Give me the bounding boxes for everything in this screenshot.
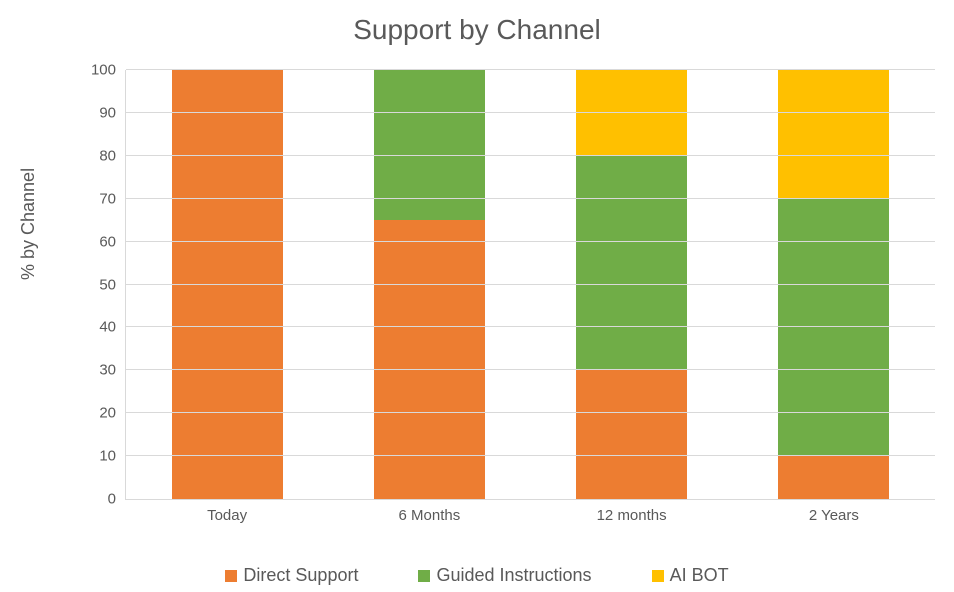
- legend: Direct Support Guided Instructions AI BO…: [0, 565, 954, 586]
- gridline: [126, 284, 935, 285]
- bar-group: Today: [172, 70, 283, 499]
- bar-segment: [778, 70, 889, 199]
- chart-title: Support by Channel: [0, 0, 954, 54]
- y-tick-label: 90: [99, 104, 116, 121]
- y-tick-label: 40: [99, 319, 116, 336]
- legend-label: Guided Instructions: [436, 565, 591, 586]
- gridline: [126, 412, 935, 413]
- legend-label: AI BOT: [670, 565, 729, 586]
- y-tick-label: 20: [99, 405, 116, 422]
- chart-container: Support by Channel % by Channel Today 6 M…: [0, 0, 954, 592]
- legend-item-guided-instructions: Guided Instructions: [418, 565, 591, 586]
- bars-area: Today 6 Months 12 months 2 Years: [126, 70, 935, 499]
- bar-group: 6 Months: [374, 70, 485, 499]
- x-tick-label: 2 Years: [809, 507, 859, 524]
- y-axis-label: % by Channel: [18, 168, 39, 280]
- y-tick-label: 70: [99, 190, 116, 207]
- gridline: [126, 326, 935, 327]
- gridline: [126, 155, 935, 156]
- bar-group: 2 Years: [778, 70, 889, 499]
- gridline: [126, 69, 935, 70]
- bar-segment: [576, 370, 687, 499]
- bar-segment: [778, 456, 889, 499]
- x-tick-label: 12 months: [597, 507, 667, 524]
- gridline: [126, 198, 935, 199]
- legend-swatch-ai-bot: [652, 570, 664, 582]
- bar-segment: [576, 156, 687, 371]
- y-tick-label: 100: [91, 62, 116, 79]
- y-tick-label: 10: [99, 448, 116, 465]
- bar-segment: [576, 70, 687, 156]
- y-tick-label: 60: [99, 233, 116, 250]
- bar-group: 12 months: [576, 70, 687, 499]
- legend-swatch-direct-support: [225, 570, 237, 582]
- legend-item-direct-support: Direct Support: [225, 565, 358, 586]
- y-tick-label: 0: [108, 491, 116, 508]
- plot-area: Today6 Months12 months2 Years 0102030405…: [125, 70, 935, 500]
- gridline: [126, 455, 935, 456]
- gridline: [126, 241, 935, 242]
- bar-segment: [778, 199, 889, 456]
- bar-segment: [374, 220, 485, 499]
- y-tick-label: 30: [99, 362, 116, 379]
- bar-segment: [172, 70, 283, 499]
- y-tick-label: 50: [99, 276, 116, 293]
- legend-item-ai-bot: AI BOT: [652, 565, 729, 586]
- legend-swatch-guided-instructions: [418, 570, 430, 582]
- gridline: [126, 369, 935, 370]
- legend-label: Direct Support: [243, 565, 358, 586]
- gridline: [126, 112, 935, 113]
- x-tick-label: Today: [207, 507, 247, 524]
- x-tick-label: 6 Months: [399, 507, 461, 524]
- y-tick-label: 80: [99, 147, 116, 164]
